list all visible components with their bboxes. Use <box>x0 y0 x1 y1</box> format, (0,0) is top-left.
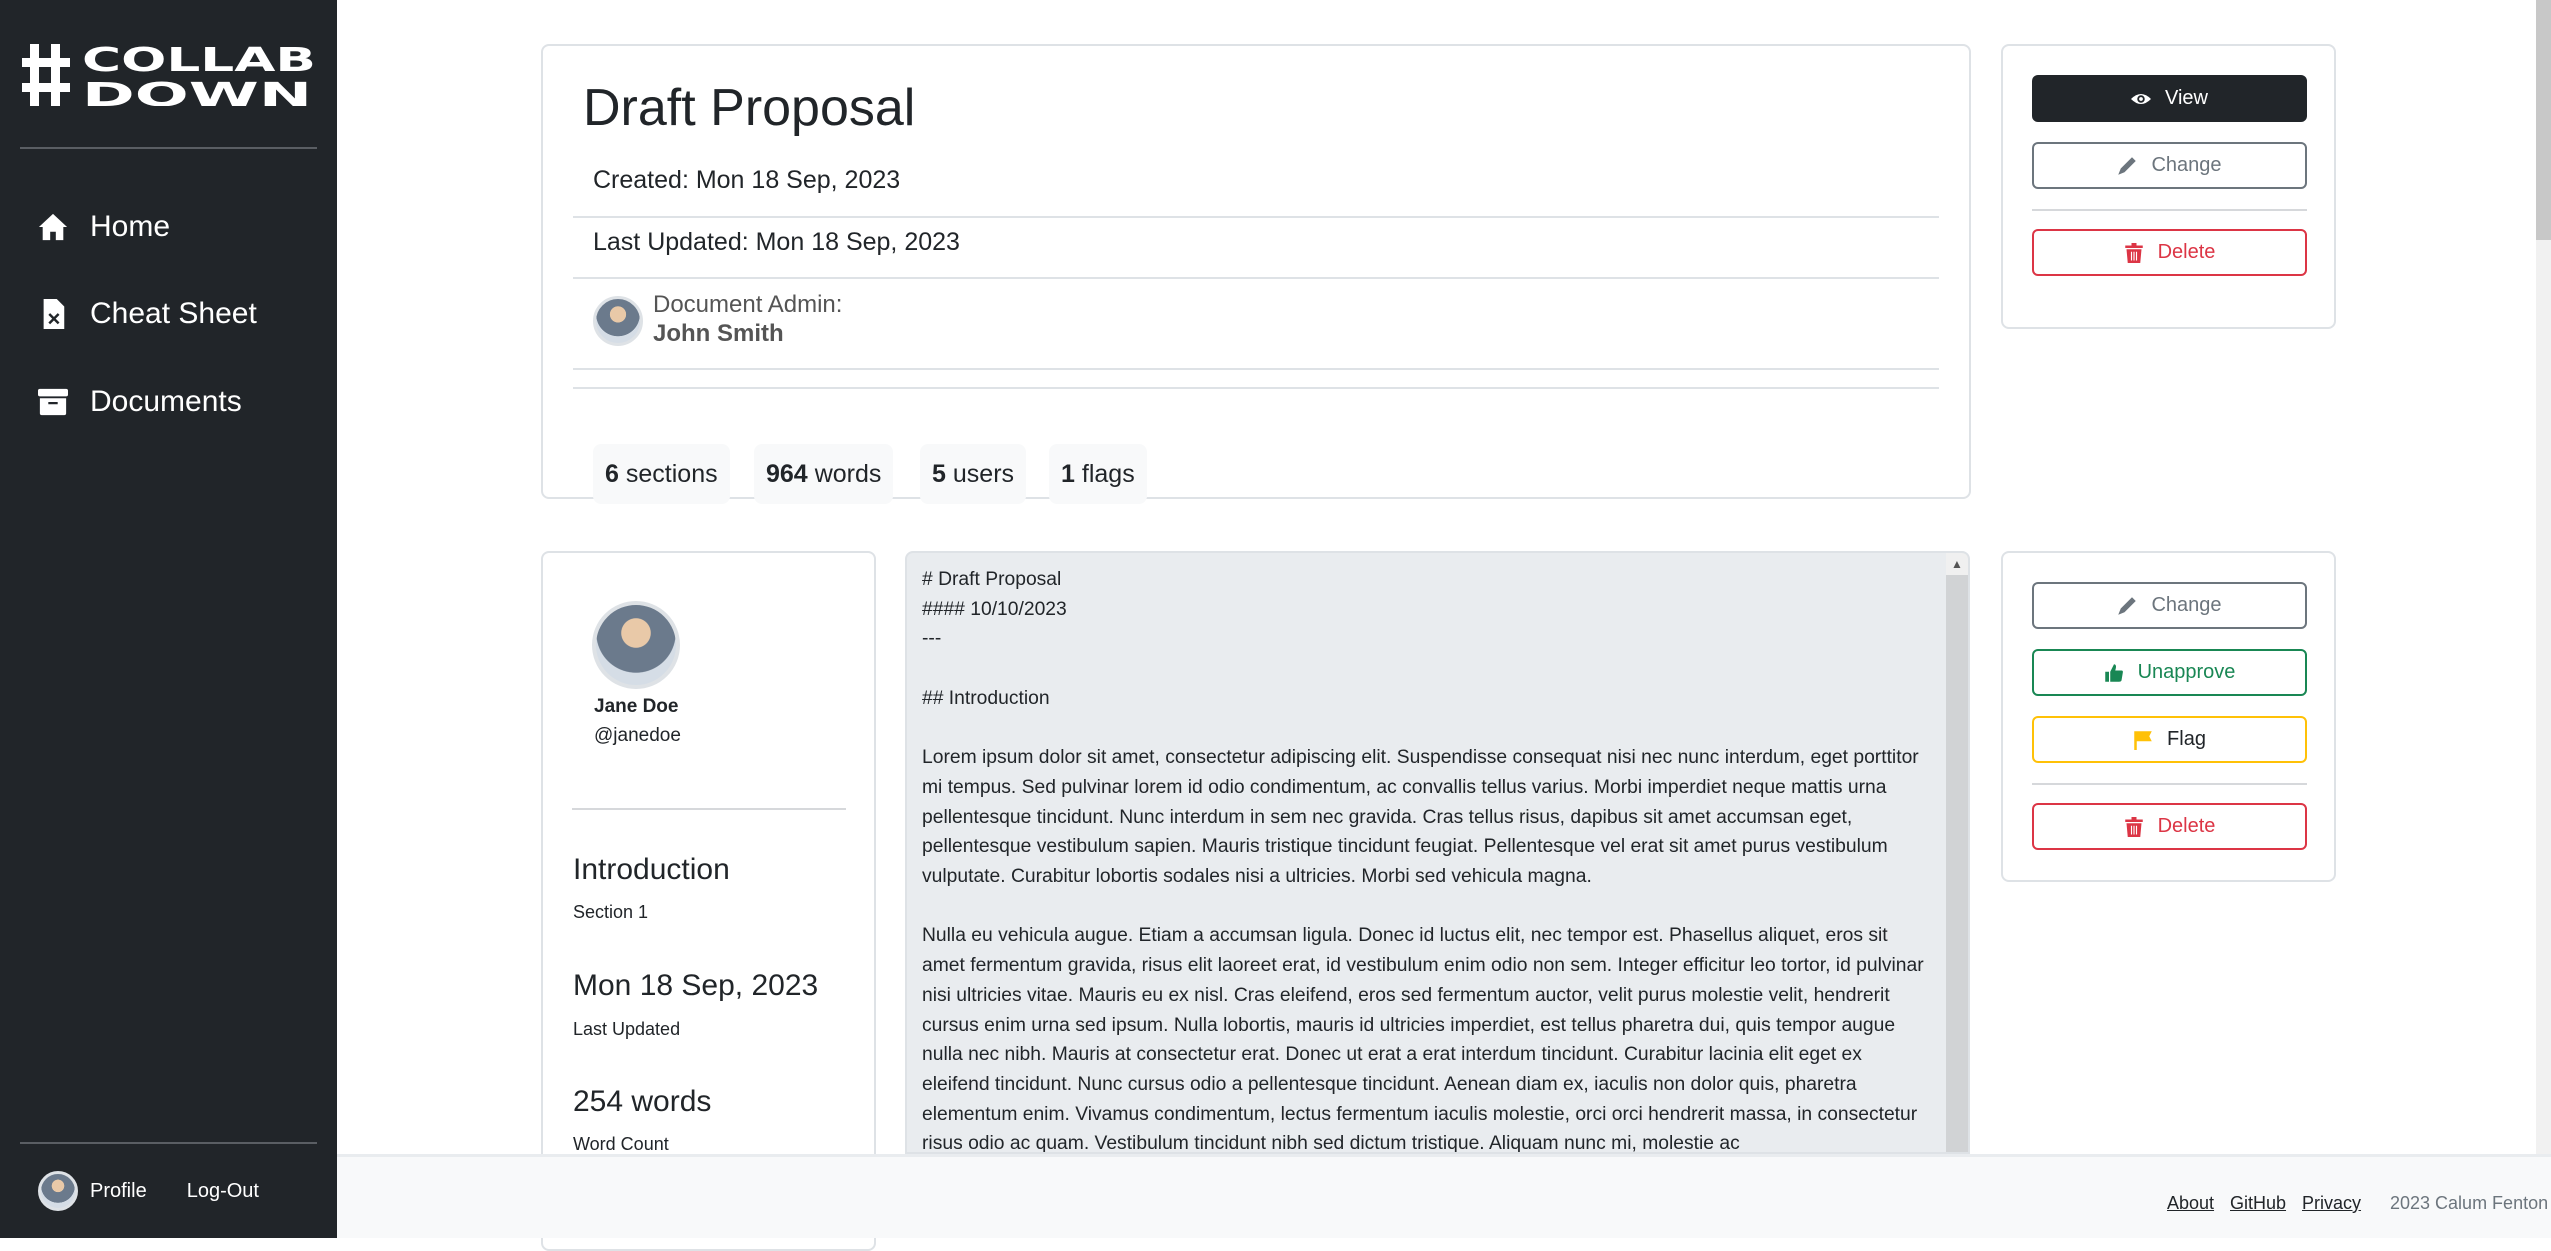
stat-label: users <box>952 459 1015 488</box>
admin-label: Document Admin: <box>653 291 843 318</box>
section-info-card: Jane Doe @janedoe Introduction Section 1… <box>541 551 876 1251</box>
section-change-button[interactable]: Change <box>2032 582 2307 629</box>
flag-icon <box>2134 730 2152 750</box>
sidebar-item-documents[interactable]: Documents <box>38 385 242 419</box>
section-number: Section 1 <box>573 902 649 922</box>
sidebar-item-label: Home <box>90 210 171 243</box>
profile-area: Profile Log-Out <box>38 1171 259 1211</box>
sidebar: COLLAB DOWN Home Cheat Sheet Documents P… <box>0 0 337 1238</box>
unapprove-button[interactable]: Unapprove <box>2032 649 2307 696</box>
stat-label: words <box>814 459 882 488</box>
section-date: Mon 18 Sep, 2023 <box>573 969 819 1002</box>
footer-link-github[interactable]: GitHub <box>2230 1193 2286 1214</box>
sidebar-item-cheat-sheet[interactable]: Cheat Sheet <box>38 297 257 331</box>
document-actions-card: View Change Delete <box>2001 44 2336 329</box>
stat-label: sections <box>625 459 718 488</box>
sidebar-item-home[interactable]: Home <box>38 210 170 244</box>
section-word-count: 254 words <box>573 1085 712 1118</box>
author-handle: @janedoe <box>594 725 681 746</box>
button-label: Change <box>2151 594 2222 616</box>
pencil-icon <box>2118 156 2137 175</box>
page-title: Draft Proposal <box>583 79 916 137</box>
stat-sections: 6 sections <box>593 444 730 504</box>
divider <box>2032 783 2307 785</box>
page-scrollbar[interactable] <box>2536 0 2551 1154</box>
document-info-card: Draft Proposal Created: Mon 18 Sep, 2023… <box>541 44 1971 504</box>
view-button[interactable]: View <box>2032 75 2307 122</box>
last-updated-date: Last Updated: Mon 18 Sep, 2023 <box>593 228 960 256</box>
divider <box>573 216 1939 218</box>
divider <box>572 808 846 810</box>
button-label: Change <box>2151 154 2222 176</box>
trash-icon <box>2124 242 2143 263</box>
trash-icon <box>2124 816 2143 837</box>
svg-text:DOWN: DOWN <box>82 75 312 106</box>
stat-words: 964 words <box>754 444 894 504</box>
button-label: Flag <box>2167 728 2206 750</box>
footer: About GitHub Privacy 2023 Calum Fenton <box>337 1154 2551 1238</box>
logout-link[interactable]: Log-Out <box>187 1180 259 1203</box>
divider <box>573 277 1939 279</box>
button-label: Delete <box>2157 815 2216 837</box>
sidebar-divider <box>20 147 317 149</box>
button-label: Unapprove <box>2137 661 2236 683</box>
stat-value: 1 <box>1061 459 1075 488</box>
stat-users: 5 users <box>920 444 1027 504</box>
created-date: Created: Mon 18 Sep, 2023 <box>593 166 901 194</box>
flag-button[interactable]: Flag <box>2032 716 2307 763</box>
page-scrollbar-thumb[interactable] <box>2536 0 2551 240</box>
profile-link[interactable]: Profile <box>90 1180 147 1203</box>
divider <box>573 368 1939 370</box>
footer-link-privacy[interactable]: Privacy <box>2302 1193 2361 1214</box>
stat-value: 964 <box>766 459 808 488</box>
admin-name: John Smith <box>653 320 784 347</box>
footer-link-about[interactable]: About <box>2167 1193 2214 1214</box>
author-avatar <box>592 601 680 689</box>
divider <box>573 387 1939 389</box>
svg-text:COLLAB: COLLAB <box>82 44 316 79</box>
sidebar-item-label: Cheat Sheet <box>90 297 257 330</box>
section-date-label: Last Updated <box>573 1019 681 1039</box>
eye-icon <box>2131 93 2151 104</box>
delete-button[interactable]: Delete <box>2032 229 2307 276</box>
scroll-up-arrow-icon[interactable]: ▲ <box>1946 553 1968 575</box>
stat-value: 5 <box>932 459 946 488</box>
sidebar-item-label: Documents <box>90 385 242 418</box>
button-label: Delete <box>2157 241 2216 263</box>
sidebar-divider <box>20 1142 317 1144</box>
archive-icon <box>38 388 68 416</box>
footer-copyright: 2023 Calum Fenton <box>2390 1193 2549 1213</box>
stat-value: 6 <box>605 459 619 488</box>
stat-flags: 1 flags <box>1049 444 1147 504</box>
thumbs-up-icon <box>2104 663 2123 682</box>
author-name: Jane Doe <box>594 696 679 717</box>
avatar[interactable] <box>38 1171 78 1211</box>
stat-label: flags <box>1081 459 1135 488</box>
section-title: Introduction <box>573 853 730 886</box>
collabdown-logo[interactable]: COLLAB DOWN <box>22 44 318 106</box>
section-actions-card: Change Unapprove Flag Delete <box>2001 551 2336 882</box>
section-content-textarea[interactable]: # Draft Proposal #### 10/10/2023 --- ## … <box>905 551 1970 1154</box>
button-label: View <box>2165 87 2208 109</box>
divider <box>2032 209 2307 211</box>
section-delete-button[interactable]: Delete <box>2032 803 2307 850</box>
admin-avatar <box>593 296 643 346</box>
home-icon <box>38 213 68 241</box>
section-content-text: # Draft Proposal #### 10/10/2023 --- ## … <box>922 569 1924 1154</box>
pencil-icon <box>2118 596 2137 615</box>
file-x-icon <box>43 299 65 329</box>
section-word-count-label: Word Count <box>573 1134 669 1154</box>
change-button[interactable]: Change <box>2032 142 2307 189</box>
textarea-scrollbar[interactable]: ▲ <box>1946 553 1968 1152</box>
